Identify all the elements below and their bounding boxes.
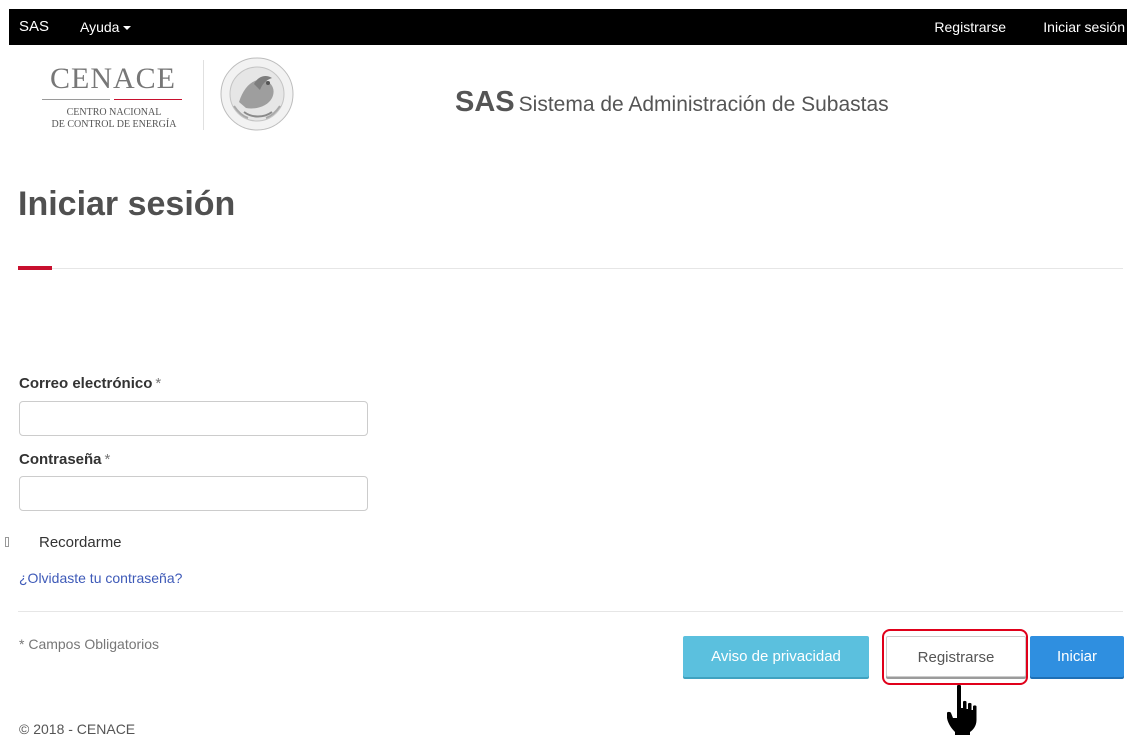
logo-subtitle-line1: CENTRO NACIONAL bbox=[66, 107, 162, 118]
logo-rule-gray bbox=[42, 99, 110, 100]
remember-checkbox[interactable] bbox=[5, 537, 9, 547]
cenace-logo: CENACE CENTRO NACIONAL DE CONTROL DE ENE… bbox=[34, 62, 194, 132]
nav-login-link[interactable]: Iniciar sesión bbox=[1043, 9, 1125, 45]
logo-rule-red bbox=[114, 99, 182, 100]
password-field[interactable] bbox=[19, 476, 368, 511]
email-label: Correo electrónico * bbox=[19, 375, 161, 392]
login-button[interactable]: Iniciar bbox=[1030, 636, 1124, 677]
title-accent-bar bbox=[18, 266, 52, 270]
top-navbar: SAS Ayuda Registrarse Iniciar sesión bbox=[9, 9, 1127, 45]
forgot-password-link[interactable]: ¿Olvidaste tu contraseña? bbox=[19, 570, 182, 586]
copyright-text: © 2018 - CENACE bbox=[19, 721, 136, 737]
required-asterisk: * bbox=[155, 375, 162, 392]
nav-help-menu[interactable]: Ayuda bbox=[80, 9, 132, 45]
logo-divider bbox=[203, 60, 204, 130]
app-title-full: Sistema de Administración de Subastas bbox=[518, 93, 889, 116]
remember-label[interactable]: Recordarme bbox=[39, 534, 122, 551]
form-footer-divider bbox=[18, 611, 1123, 612]
page-title: Iniciar sesión bbox=[18, 185, 236, 223]
national-seal-icon bbox=[220, 57, 294, 131]
logo-subtitle-line2: DE CONTROL DE ENERGÍA bbox=[51, 119, 177, 130]
hand-pointer-icon bbox=[947, 684, 977, 735]
email-label-text: Correo electrónico bbox=[19, 375, 153, 392]
required-asterisk: * bbox=[104, 451, 111, 468]
required-fields-note: * Campos Obligatorios bbox=[19, 636, 160, 652]
cenace-logo-wordmark: CENACE bbox=[50, 62, 176, 95]
nav-register-link[interactable]: Registrarse bbox=[934, 9, 1006, 45]
password-label: Contraseña * bbox=[19, 451, 110, 468]
app-title-abbr: SAS bbox=[455, 86, 515, 118]
title-divider bbox=[18, 268, 1123, 269]
email-field[interactable] bbox=[19, 401, 368, 436]
nav-brand-link[interactable]: SAS bbox=[19, 9, 49, 45]
privacy-notice-button[interactable]: Aviso de privacidad bbox=[683, 636, 869, 677]
cenace-logo-subtitle: CENTRO NACIONAL DE CONTROL DE ENERGÍA bbox=[34, 107, 194, 131]
app-title: SAS Sistema de Administración de Subastas bbox=[455, 86, 889, 119]
caret-down-icon bbox=[123, 26, 132, 31]
nav-help-label: Ayuda bbox=[80, 19, 120, 35]
password-label-text: Contraseña bbox=[19, 451, 102, 468]
register-button[interactable]: Registrarse bbox=[886, 636, 1026, 677]
